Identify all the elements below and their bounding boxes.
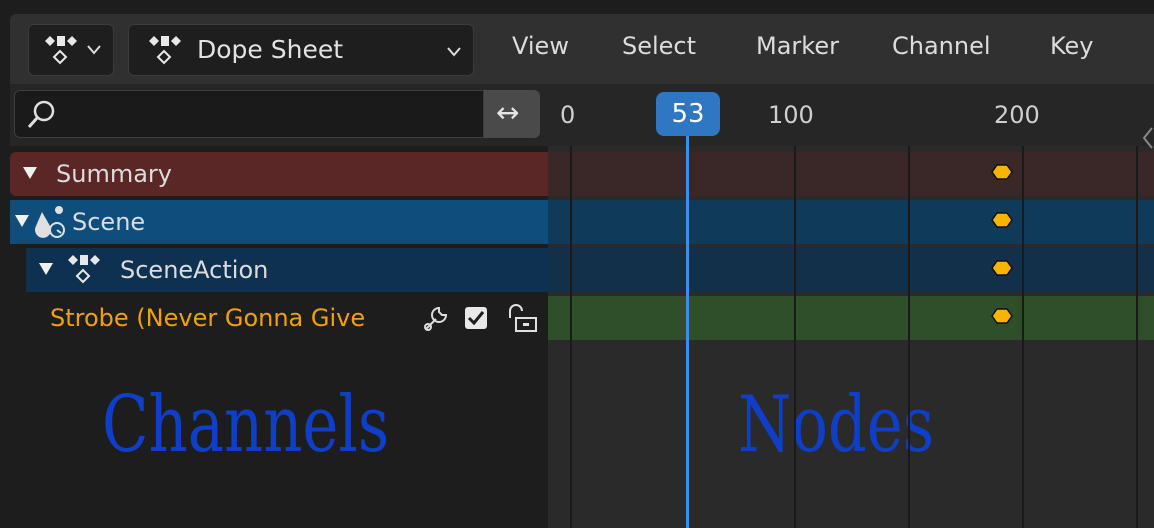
header-bar: Dope Sheet View Select Marker Channel Ke… <box>10 14 1154 84</box>
channel-label: SceneAction <box>120 256 269 284</box>
channel-summary[interactable]: Summary <box>10 152 548 196</box>
editor-type-button[interactable] <box>28 24 114 76</box>
menu-view[interactable]: View <box>512 32 569 60</box>
unlock-icon[interactable] <box>506 302 540 334</box>
chevron-down-icon <box>447 47 461 57</box>
strobe-track <box>548 296 1154 340</box>
keyframe-area[interactable]: Nodes <box>548 146 1154 528</box>
grid-line <box>908 146 910 528</box>
mode-label: Dope Sheet <box>197 35 344 64</box>
keyframe-summary[interactable] <box>991 164 1013 180</box>
collapse-triangle-icon <box>23 167 37 179</box>
mode-selector[interactable]: Dope Sheet <box>128 24 474 76</box>
channel-action[interactable]: SceneAction <box>26 248 548 292</box>
frame-tick-200: 200 <box>994 101 1040 129</box>
grid-line <box>794 146 796 528</box>
playhead-line[interactable] <box>686 136 689 528</box>
frame-tick-100: 100 <box>768 101 814 129</box>
action-track <box>548 248 1154 292</box>
wrench-icon[interactable] <box>420 302 452 334</box>
scene-track <box>548 200 1154 244</box>
channel-list: Summary Scene SceneAction Strobe (Never … <box>10 146 548 528</box>
collapse-triangle-icon <box>39 263 53 275</box>
keyframe-strobe[interactable] <box>991 308 1013 324</box>
grid-line <box>1022 146 1024 528</box>
dope-sheet-icon <box>149 36 181 65</box>
channel-scene[interactable]: Scene <box>10 200 548 244</box>
scene-icon <box>35 206 65 238</box>
channel-label: Summary <box>56 160 172 188</box>
summary-track <box>548 152 1154 196</box>
dope-sheet-icon <box>45 36 77 65</box>
grid-line <box>570 146 572 528</box>
keyframe-action[interactable] <box>991 260 1013 276</box>
search-icon <box>27 100 55 128</box>
swap-button[interactable]: ↔ <box>484 90 540 138</box>
checkbox-checked-icon[interactable] <box>464 306 488 330</box>
grid-line <box>1136 146 1138 528</box>
menu-channel[interactable]: Channel <box>892 32 991 60</box>
channel-label: Strobe (Never Gonna Give <box>50 304 366 332</box>
channel-label: Scene <box>72 208 146 236</box>
keyframe-scene[interactable] <box>991 212 1013 228</box>
frame-tick-0: 0 <box>560 101 576 129</box>
action-icon <box>68 255 100 284</box>
current-frame-badge[interactable]: 53 <box>656 92 720 136</box>
channel-strobe[interactable]: Strobe (Never Gonna Give <box>44 296 548 340</box>
region-collapse-icon[interactable] <box>1140 126 1154 150</box>
swap-icon: ↔ <box>496 96 520 129</box>
chevron-down-icon <box>87 45 101 55</box>
menu-key[interactable]: Key <box>1050 32 1094 60</box>
menu-marker[interactable]: Marker <box>756 32 839 60</box>
search-input[interactable] <box>14 90 484 138</box>
annotation-nodes: Nodes <box>738 380 935 470</box>
annotation-channels: Channels <box>102 380 390 470</box>
collapse-triangle-icon <box>15 215 29 227</box>
menu-select[interactable]: Select <box>622 32 696 60</box>
